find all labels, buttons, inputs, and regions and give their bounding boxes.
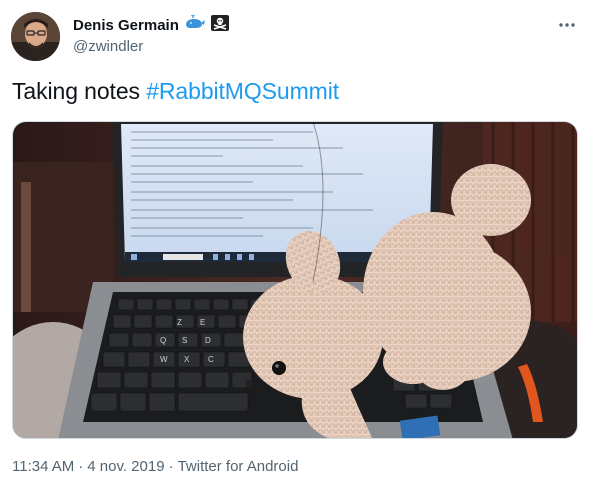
more-options-button[interactable] [556,14,578,36]
footer-separator: · [78,458,84,475]
tweet-date[interactable]: 4 nov. 2019 [87,458,164,475]
svg-text:Z: Z [177,318,182,327]
svg-text:D: D [205,336,211,345]
footer-separator: · [168,458,174,475]
pirate-flag-icon [210,14,229,36]
avatar-image [11,12,60,61]
user-handle[interactable]: @zwindler [73,38,143,55]
avatar[interactable] [11,12,60,61]
author-name-row[interactable]: Denis Germain [73,14,229,36]
tweet-photo[interactable]: Z E Q S D W X C [12,121,578,439]
svg-text:E: E [200,318,205,327]
tweet-source[interactable]: Twitter for Android [178,458,299,475]
tweet-text: Taking notes #RabbitMQSummit [12,78,339,105]
tweet-text-prefix: Taking notes [12,78,147,104]
svg-text:X: X [184,355,190,364]
hashtag-link[interactable]: #RabbitMQSummit [146,78,339,104]
photo-image: Z E Q S D W X C [13,122,577,438]
whale-icon [184,14,206,36]
tweet-footer: 11:34 AM · 4 nov. 2019 · Twitter for And… [12,458,298,475]
display-name[interactable]: Denis Germain [73,17,179,34]
svg-text:W: W [160,355,168,364]
tweet: Denis Germain @zwindler Taking notes #Ra… [0,0,589,487]
svg-text:Q: Q [160,336,166,345]
svg-text:C: C [208,355,214,364]
tweet-time[interactable]: 11:34 AM [12,458,74,475]
svg-text:S: S [182,336,187,345]
more-dots-icon [559,23,575,27]
